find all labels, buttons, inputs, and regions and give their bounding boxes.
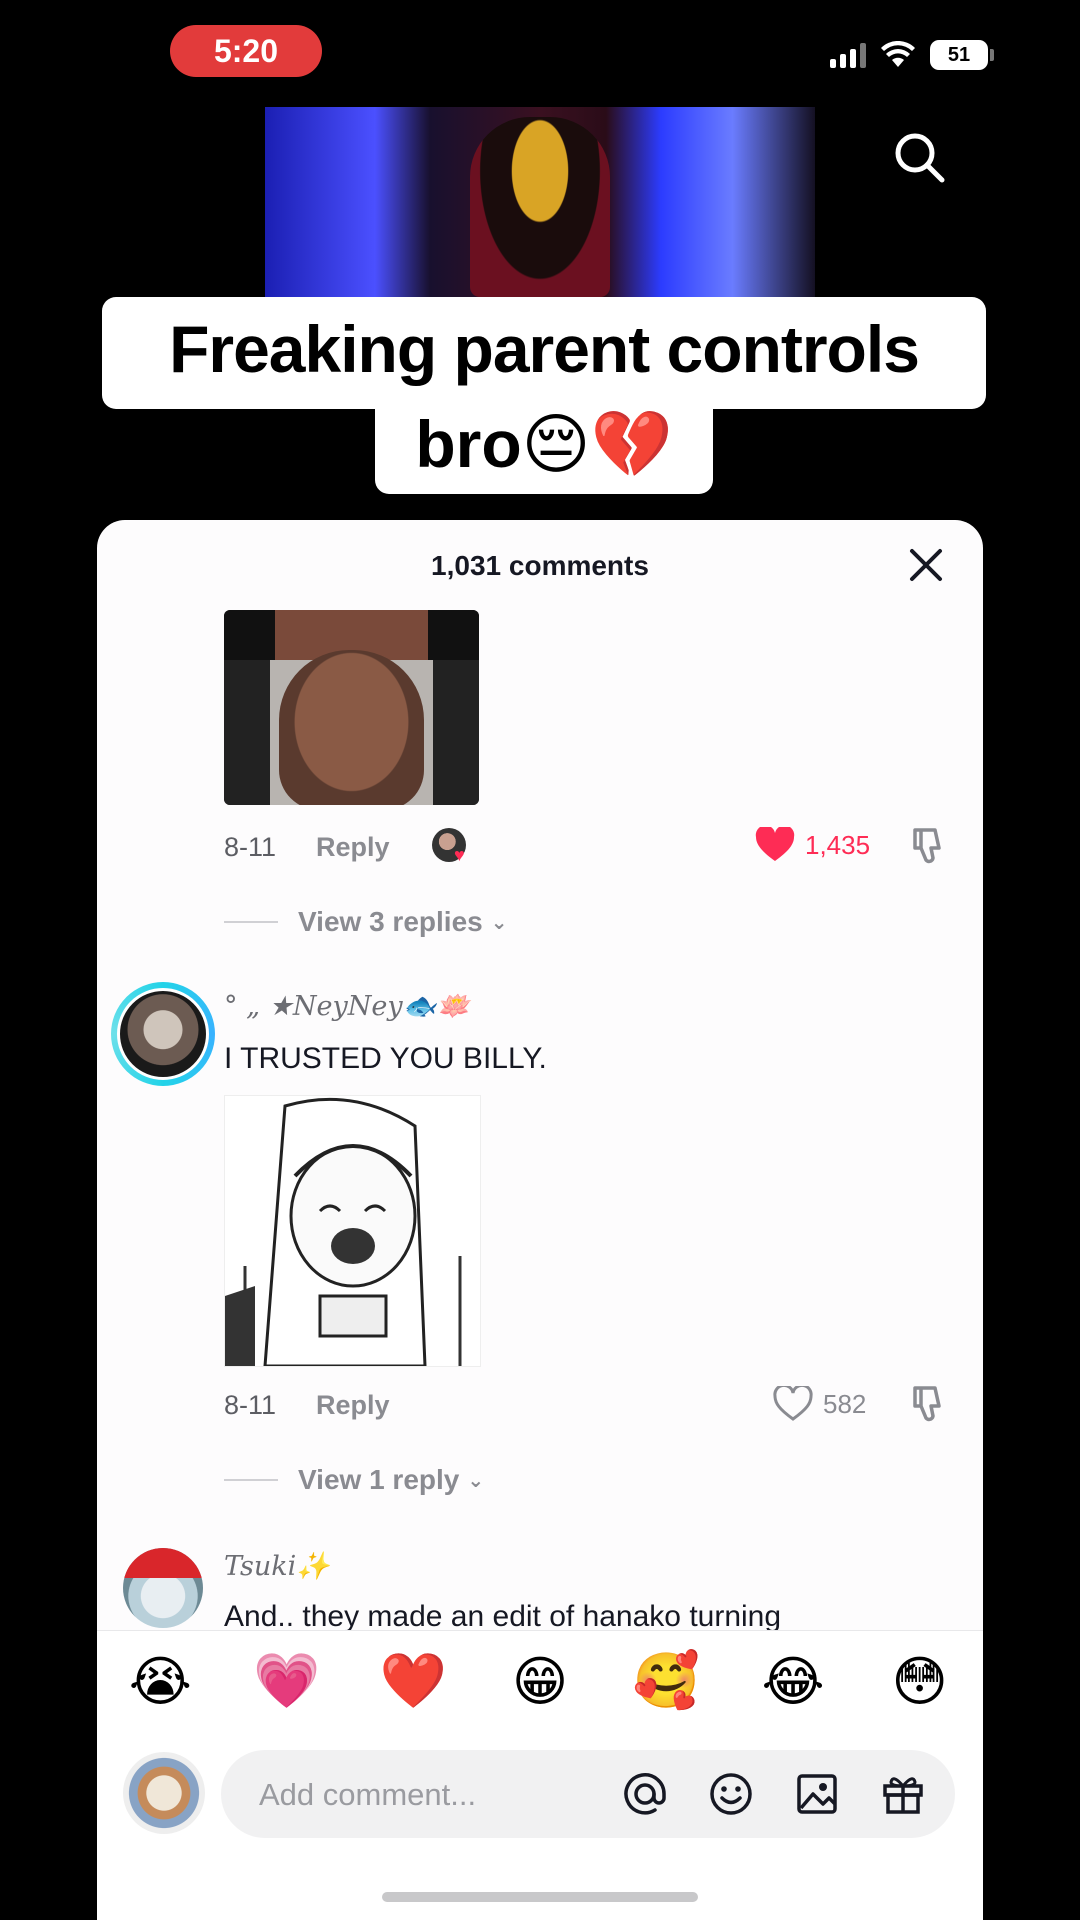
- commenter-avatar-story-ring[interactable]: [111, 982, 215, 1086]
- comment-username[interactable]: ° „ ★NeyNey🐟🪷: [224, 990, 470, 1022]
- view-replies-label: View 1 reply: [298, 1464, 460, 1495]
- view-replies-button[interactable]: View 3 replies ⌄: [224, 906, 507, 938]
- emoji-red-heart[interactable]: ❤️: [373, 1650, 453, 1713]
- battery-icon: 51: [930, 40, 994, 70]
- comment-date: 8-11: [224, 832, 277, 862]
- emoji-flushed[interactable]: 😳: [880, 1650, 960, 1713]
- cellular-signal-icon: [830, 42, 866, 68]
- chevron-down-icon: ⌄: [467, 1469, 485, 1492]
- comment-image-manga-crying[interactable]: [224, 1095, 481, 1367]
- comment-input[interactable]: [257, 1750, 581, 1840]
- close-icon[interactable]: [907, 546, 945, 584]
- like-count: 1,435: [805, 829, 871, 860]
- comments-sheet: 1,031 comments 8-11 Reply ♥ 1,435 View 3…: [97, 520, 983, 1920]
- comment-date: 8-11: [224, 1390, 277, 1420]
- comment-username[interactable]: Tsuki✨: [224, 1550, 330, 1582]
- search-icon[interactable]: [892, 130, 948, 186]
- comment-text: And.. they made an edit of hanako turnin…: [224, 1600, 782, 1633]
- like-button[interactable]: 582: [773, 1386, 866, 1422]
- video-frame[interactable]: [265, 107, 815, 297]
- like-count: 582: [823, 1388, 867, 1419]
- chevron-down-icon: ⌄: [490, 911, 508, 934]
- dislike-icon[interactable]: [909, 1384, 949, 1424]
- view-replies-label: View 3 replies: [298, 906, 483, 937]
- emoji-loudly-crying[interactable]: 😭: [120, 1650, 200, 1713]
- emoji-picker-icon[interactable]: [707, 1770, 755, 1818]
- emoji-grinning[interactable]: 😁: [500, 1650, 580, 1713]
- anime-character-image: [470, 117, 610, 297]
- status-time: 5:20: [170, 25, 322, 77]
- wifi-icon: [881, 41, 915, 67]
- comment-input-container[interactable]: [221, 1750, 955, 1840]
- reply-button[interactable]: Reply: [316, 1390, 390, 1421]
- commenter-avatar[interactable]: [123, 1548, 203, 1628]
- dislike-icon[interactable]: [909, 826, 949, 866]
- home-indicator[interactable]: [382, 1892, 698, 1902]
- quick-emoji-row: 😭 💗 ❤️ 😁 🥰 😂 😳: [97, 1650, 983, 1713]
- comment-text: I TRUSTED YOU BILLY.: [224, 1042, 547, 1075]
- comment-image-reaction-face[interactable]: [224, 610, 479, 805]
- video-caption-line-2: bro😔💔: [375, 402, 713, 494]
- comment-meta: 8-11 Reply: [224, 1390, 390, 1421]
- mention-icon[interactable]: [621, 1770, 669, 1818]
- comments-count-title: 1,031 comments: [431, 550, 649, 581]
- image-attach-icon[interactable]: [793, 1770, 841, 1818]
- gift-icon[interactable]: [879, 1770, 927, 1818]
- emoji-smiling-hearts[interactable]: 🥰: [627, 1650, 707, 1713]
- reply-button[interactable]: Reply: [316, 832, 390, 863]
- emoji-tears-of-joy[interactable]: 😂: [753, 1650, 833, 1713]
- heart-outline-icon: [773, 1386, 813, 1421]
- creator-liked-heart-icon: ♥: [454, 845, 465, 865]
- like-button[interactable]: 1,435: [755, 827, 870, 863]
- comment-meta: 8-11 Reply: [224, 832, 390, 863]
- view-replies-button[interactable]: View 1 reply ⌄: [224, 1464, 484, 1496]
- heart-filled-icon: [755, 827, 795, 861]
- my-avatar: [123, 1752, 205, 1834]
- status-indicators: 51: [830, 40, 994, 70]
- video-caption-line-1: Freaking parent controls: [102, 297, 986, 409]
- emoji-growing-heart[interactable]: 💗: [247, 1650, 327, 1713]
